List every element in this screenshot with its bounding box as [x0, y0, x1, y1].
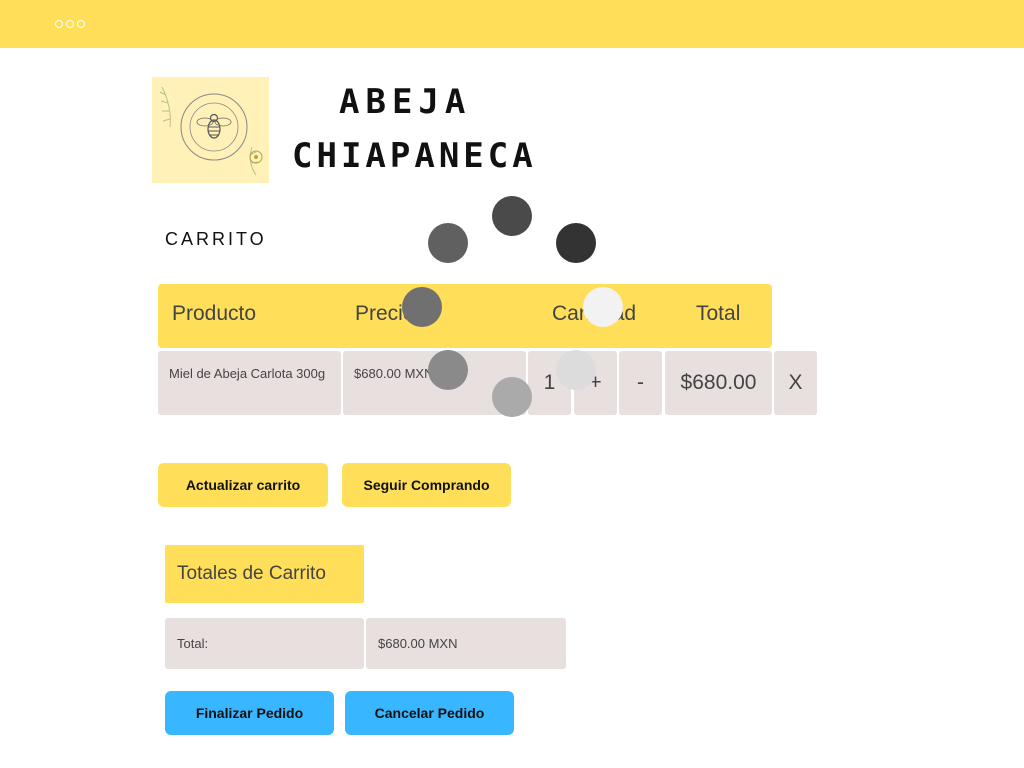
total-value: $680.00 MXN: [366, 618, 566, 669]
line-total-cell: $680.00: [665, 351, 772, 415]
quantity-minus-button[interactable]: -: [619, 351, 662, 415]
finish-order-button[interactable]: Finalizar Pedido: [165, 691, 334, 735]
cart-totals-title: Totales de Carrito: [165, 545, 364, 603]
cancel-order-button[interactable]: Cancelar Pedido: [345, 691, 514, 735]
product-name-cell: Miel de Abeja Carlota 300g: [158, 351, 341, 415]
dot: [55, 20, 63, 28]
continue-shopping-button[interactable]: Seguir Comprando: [342, 463, 511, 507]
column-header-total: Total: [696, 302, 741, 325]
spinner-dot: [492, 196, 532, 236]
spinner-dot: [428, 223, 468, 263]
cart-title: CARRITO: [165, 229, 267, 249]
total-label: Total:: [165, 618, 364, 669]
top-bar: [0, 0, 1024, 48]
bee-seal-logo[interactable]: [152, 77, 269, 183]
dot: [66, 20, 74, 28]
update-cart-button[interactable]: Actualizar carrito: [158, 463, 328, 507]
column-header-price: Precio: [355, 302, 415, 325]
quantity-plus-button[interactable]: +: [574, 351, 617, 415]
dot: [77, 20, 85, 28]
three-dots-icon[interactable]: [55, 20, 85, 28]
brand-name-line2: CHIAPANECA: [292, 136, 537, 176]
spinner-dot: [556, 223, 596, 263]
column-header-quantity: Cantidad: [552, 302, 637, 325]
brand-name-line1: ABEJA: [339, 82, 472, 122]
cart-table-header: Producto Precio Cantidad Total: [158, 284, 772, 348]
column-header-product: Producto: [172, 302, 257, 325]
remove-item-button[interactable]: X: [774, 351, 817, 415]
price-cell: $680.00 MXN: [343, 351, 526, 415]
quantity-value[interactable]: 1: [528, 351, 571, 415]
